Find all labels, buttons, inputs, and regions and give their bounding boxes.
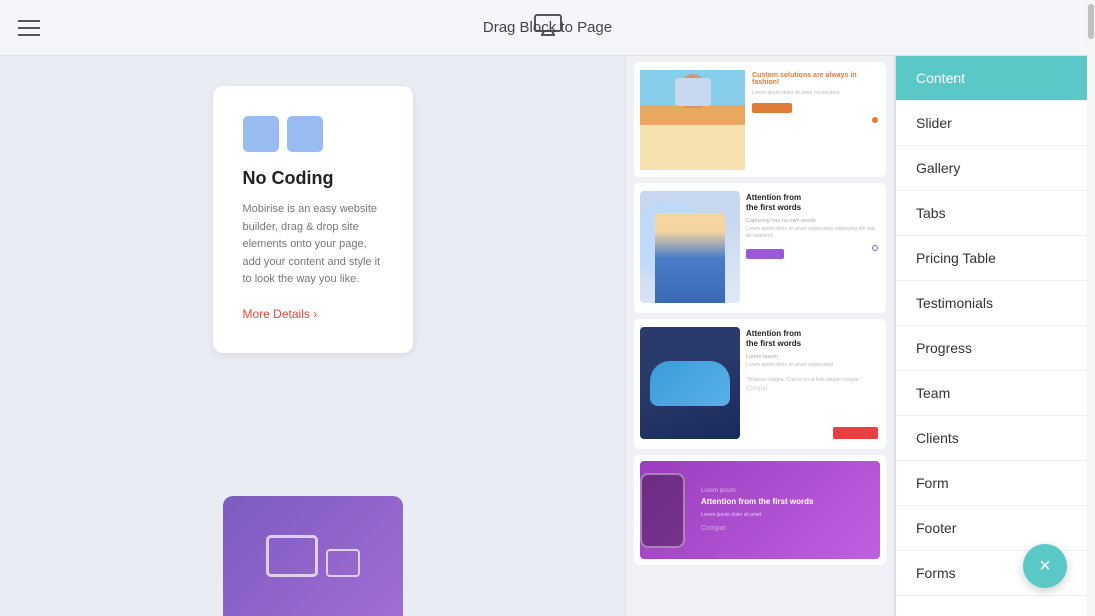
- category-item-gallery[interactable]: Gallery: [896, 146, 1095, 191]
- preview-photo-2: [640, 191, 740, 303]
- preview-btn-2: [746, 249, 784, 259]
- category-item-team[interactable]: Team: [896, 371, 1095, 416]
- preview-body-2: Lorem ipsum dolor sit amet consectetur a…: [746, 226, 880, 241]
- preview-photo-3: [640, 327, 740, 439]
- category-item-testimonials[interactable]: Testimonials: [896, 281, 1095, 326]
- more-details-link[interactable]: More Details ›: [243, 307, 318, 321]
- bottom-feature-card: [223, 496, 403, 616]
- preview-body-3: Lorem ipsum dolor sit amet consectetur: [746, 362, 880, 370]
- feature-card-description: Mobirise is an easy website builder, dra…: [243, 201, 383, 289]
- preview-inner-4: Lorem ipsum Attention from the first wor…: [640, 461, 880, 559]
- category-item-progress[interactable]: Progress: [896, 326, 1095, 371]
- preview-logo-4: Compat: [701, 525, 872, 532]
- category-item-footer[interactable]: Footer: [896, 506, 1095, 551]
- preview-btn-1: [752, 103, 792, 113]
- block-preview-4[interactable]: Lorem ipsum Attention from the first wor…: [634, 455, 886, 565]
- feature-card-icons: [243, 116, 383, 152]
- middle-scrollbar: [626, 56, 634, 616]
- preview-sub-2: Capturing has no own words: [746, 218, 880, 224]
- feature-icon-2: [287, 116, 323, 152]
- arrow-icon: ›: [313, 307, 317, 321]
- top-bar: Drag Block to Page: [0, 0, 1095, 56]
- preview-text-3: Attention fromthe first words Lorem ipsu…: [746, 329, 880, 392]
- preview-photo-1: [640, 70, 745, 170]
- preview-image-2: Attention fromthe first words Capturing …: [634, 183, 886, 313]
- preview-body-4: Lorem ipsum dolor sit amet: [701, 512, 872, 520]
- preview-sub-3: Lorem ipsum: [746, 354, 880, 360]
- preview-text-4: Lorem ipsum Attention from the first wor…: [693, 480, 880, 540]
- category-item-slider[interactable]: Slider: [896, 101, 1095, 146]
- tablet-frame-icon: [326, 549, 360, 577]
- block-preview-3[interactable]: Attention fromthe first words Lorem ipsu…: [634, 319, 886, 449]
- feature-card-title: No Coding: [243, 168, 383, 189]
- preview-image-3: Attention fromthe first words Lorem ipsu…: [634, 319, 886, 449]
- right-scrollbar-track: [1087, 56, 1095, 616]
- preview-logo-3: Compat: [746, 386, 880, 392]
- preview-btn-3: [833, 427, 878, 439]
- close-icon: ×: [1039, 556, 1051, 576]
- preview-dot-1: [872, 117, 878, 123]
- block-preview-1[interactable]: Custom solutions are always in fashion! …: [634, 62, 886, 177]
- drag-block-label: Drag Block to Page: [483, 19, 612, 36]
- category-item-tabs[interactable]: Tabs: [896, 191, 1095, 236]
- category-item-form[interactable]: Form: [896, 461, 1095, 506]
- preview-text-2: Attention fromthe first words Capturing …: [746, 193, 880, 259]
- preview-image-1: Custom solutions are always in fashion! …: [634, 62, 886, 177]
- preview-title-3: Attention fromthe first words: [746, 329, 880, 350]
- feature-card: No Coding Mobirise is an easy website bu…: [213, 86, 413, 353]
- preview-sub-4: Lorem ipsum: [701, 488, 872, 494]
- preview-body-1: Lorem ipsum dolor sit amet consectetur: [752, 90, 880, 98]
- left-panel: No Coding Mobirise is an easy website bu…: [0, 56, 625, 616]
- close-fab-button[interactable]: ×: [1023, 544, 1067, 588]
- category-item-content[interactable]: Content: [896, 56, 1095, 101]
- preview-text-1: Custom solutions are always in fashion! …: [752, 72, 880, 113]
- hamburger-menu[interactable]: [0, 20, 40, 36]
- feature-icon-1: [243, 116, 279, 152]
- preview-title-4: Attention from the first words: [701, 497, 872, 507]
- block-previews-panel[interactable]: Custom solutions are always in fashion! …: [625, 56, 895, 616]
- category-item-pricing-table[interactable]: Pricing Table: [896, 236, 1095, 281]
- category-item-clients[interactable]: Clients: [896, 416, 1095, 461]
- monitor-frame-icon: [266, 535, 318, 577]
- preview-title-2: Attention fromthe first words: [746, 193, 880, 214]
- preview-image-4: Lorem ipsum Attention from the first wor…: [634, 455, 886, 565]
- preview-quote-3: "Vivamus magna. Cras in mi at felis aliq…: [746, 377, 880, 383]
- preview-dot-2: [872, 245, 878, 251]
- block-preview-2[interactable]: Attention fromthe first words Capturing …: [634, 183, 886, 313]
- main-area: No Coding Mobirise is an easy website bu…: [0, 56, 1095, 616]
- preview-phone-4: [640, 473, 685, 548]
- preview-badge-1: Custom solutions are always in fashion!: [752, 72, 880, 86]
- categories-panel: ContentSliderGalleryTabsPricing TableTes…: [895, 56, 1095, 616]
